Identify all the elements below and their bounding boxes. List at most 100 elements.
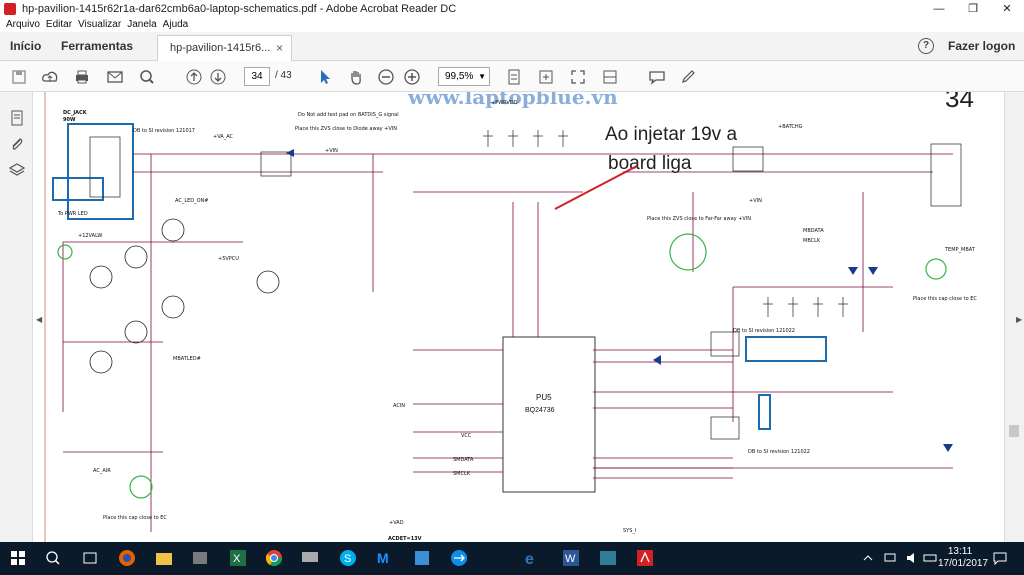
- search-icon[interactable]: [43, 548, 63, 568]
- diodes: [286, 149, 953, 452]
- menu-arquivo[interactable]: Arquivo: [6, 19, 40, 30]
- svg-text:X: X: [233, 553, 241, 565]
- upload-icon[interactable]: [41, 68, 59, 86]
- tray-chevron-icon[interactable]: [858, 548, 878, 568]
- app-icon-3[interactable]: [598, 548, 618, 568]
- page-total: / 43: [275, 70, 292, 81]
- excel-icon[interactable]: X: [228, 548, 248, 568]
- zvs-note-1: Place this ZVS close to Diode away +VIN: [295, 126, 397, 132]
- db-si-label-3: DB to SI revision 121022: [748, 449, 810, 455]
- layers-icon[interactable]: [8, 162, 26, 178]
- task-view-icon[interactable]: [80, 548, 100, 568]
- clock-time: 13:11: [947, 546, 973, 557]
- green-circle-1: [57, 244, 73, 260]
- firefox-icon[interactable]: [117, 548, 137, 568]
- pen-icon[interactable]: [679, 68, 697, 86]
- app-icon-2[interactable]: [412, 548, 432, 568]
- smclk-label: SMCLK: [453, 471, 471, 477]
- acrobat-icon[interactable]: [635, 548, 655, 568]
- zoom-out-icon[interactable]: [377, 68, 395, 86]
- mosfet-pq33: [710, 416, 740, 440]
- fit-page-icon[interactable]: [505, 68, 523, 86]
- zoom-in-icon[interactable]: [403, 68, 421, 86]
- to-pwr-led-label: To PWR LED: [57, 211, 88, 217]
- clock-date: 17/01/2017: [938, 558, 989, 569]
- vad-label: +VAD: [389, 520, 404, 526]
- annotation-line-2: board liga: [608, 153, 692, 174]
- help-icon[interactable]: ?: [918, 38, 934, 54]
- cn11-connector: [930, 143, 962, 207]
- mbclk-label: MBCLK: [803, 238, 821, 244]
- tab-bar: Início Ferramentas hp-pavilion-1415r6...…: [0, 32, 1024, 61]
- collapse-left-icon[interactable]: ◀: [36, 315, 42, 324]
- menu-ajuda[interactable]: Ajuda: [163, 19, 189, 30]
- page-display-icon[interactable]: [601, 68, 619, 86]
- comment-icon[interactable]: [648, 68, 666, 86]
- fit-width-icon[interactable]: [537, 68, 555, 86]
- dc-jack-power-label: 90W: [63, 117, 76, 123]
- chrome-icon[interactable]: [264, 548, 284, 568]
- smdata-label: SMDATA: [453, 457, 474, 463]
- schematic-wires: [62, 153, 953, 532]
- menu-janela[interactable]: Janela: [127, 19, 156, 30]
- zoom-value: 99,5%: [445, 71, 474, 82]
- network-icon[interactable]: [880, 548, 900, 568]
- acin-label: ACIN: [393, 403, 405, 409]
- annotation-line-1: Ao injetar 19v a: [605, 124, 737, 145]
- dc-jack-label: DC_JACK: [63, 110, 88, 116]
- db-si-label-1: DB to SI revision 121017: [133, 128, 195, 134]
- svg-text:W: W: [565, 553, 576, 565]
- page-number-input[interactable]: 34: [244, 67, 270, 86]
- warning-label: Do Not add test pad on BATDIS_G signal: [298, 112, 399, 118]
- mail-icon[interactable]: [106, 68, 124, 86]
- search-icon[interactable]: [138, 68, 156, 86]
- restore-button[interactable]: ❐: [956, 0, 990, 17]
- print-icon[interactable]: [73, 68, 91, 86]
- word-icon[interactable]: W: [561, 548, 581, 568]
- save-icon[interactable]: [10, 68, 28, 86]
- keyboard-icon[interactable]: [920, 548, 940, 568]
- dc-jack-box: [67, 123, 134, 220]
- attachments-icon[interactable]: [9, 136, 25, 152]
- scrollbar-thumb[interactable]: [1009, 425, 1019, 437]
- notifications-icon[interactable]: [990, 548, 1010, 568]
- pu-vin-label: +VIN: [325, 148, 338, 154]
- login-link[interactable]: Fazer logon: [948, 39, 1015, 53]
- page-up-icon[interactable]: [185, 68, 203, 86]
- fullscreen-icon[interactable]: [569, 68, 587, 86]
- zoom-select[interactable]: 99,5% ▼: [438, 67, 490, 86]
- tab-document[interactable]: hp-pavilion-1415r6... ×: [157, 35, 292, 61]
- menu-editar[interactable]: Editar: [46, 19, 72, 30]
- pcu-label: +5VPCU: [218, 256, 239, 262]
- mosfet-pq32: [710, 331, 740, 357]
- close-tab-icon[interactable]: ×: [276, 41, 283, 55]
- hand-icon[interactable]: [347, 68, 365, 86]
- app-icon-1[interactable]: [190, 548, 210, 568]
- collapse-right-icon[interactable]: ▶: [1016, 315, 1022, 324]
- window-title: hp-pavilion-1415r62r1a-dar62cmb6a0-lapto…: [22, 2, 457, 15]
- ac-air-label: AC_AIR: [93, 468, 111, 474]
- teamviewer-icon[interactable]: [449, 548, 469, 568]
- page-thumbnails-icon[interactable]: [9, 110, 25, 126]
- page-down-icon[interactable]: [209, 68, 227, 86]
- files-icon[interactable]: [154, 548, 174, 568]
- volume-icon[interactable]: [902, 548, 922, 568]
- skype-icon[interactable]: S: [338, 548, 358, 568]
- mbatled-label: MBATLED#: [173, 356, 201, 362]
- minimize-button[interactable]: —: [922, 0, 956, 17]
- close-button[interactable]: ✕: [990, 0, 1024, 17]
- document-view[interactable]: www.laptopblue.vn 34 DC_JACK 90W DB to S…: [33, 92, 1004, 542]
- edge-icon[interactable]: e: [523, 548, 543, 568]
- menu-visualizar[interactable]: Visualizar: [78, 19, 121, 30]
- svg-text:M: M: [377, 550, 389, 566]
- cap-ec-note-1: Place this cap close to EC: [913, 296, 977, 302]
- tab-home[interactable]: Início: [10, 39, 41, 53]
- windows-start-icon[interactable]: [8, 548, 28, 568]
- tab-tools[interactable]: Ferramentas: [61, 39, 133, 53]
- cursor-icon[interactable]: [316, 68, 334, 86]
- pwrvdd-label: +PWRVDD: [491, 100, 518, 106]
- m-icon[interactable]: M: [375, 548, 395, 568]
- monitor-icon[interactable]: [300, 548, 320, 568]
- capacitor-highlight-box: [745, 336, 827, 362]
- clock[interactable]: 13:11 17/01/2017: [938, 546, 989, 570]
